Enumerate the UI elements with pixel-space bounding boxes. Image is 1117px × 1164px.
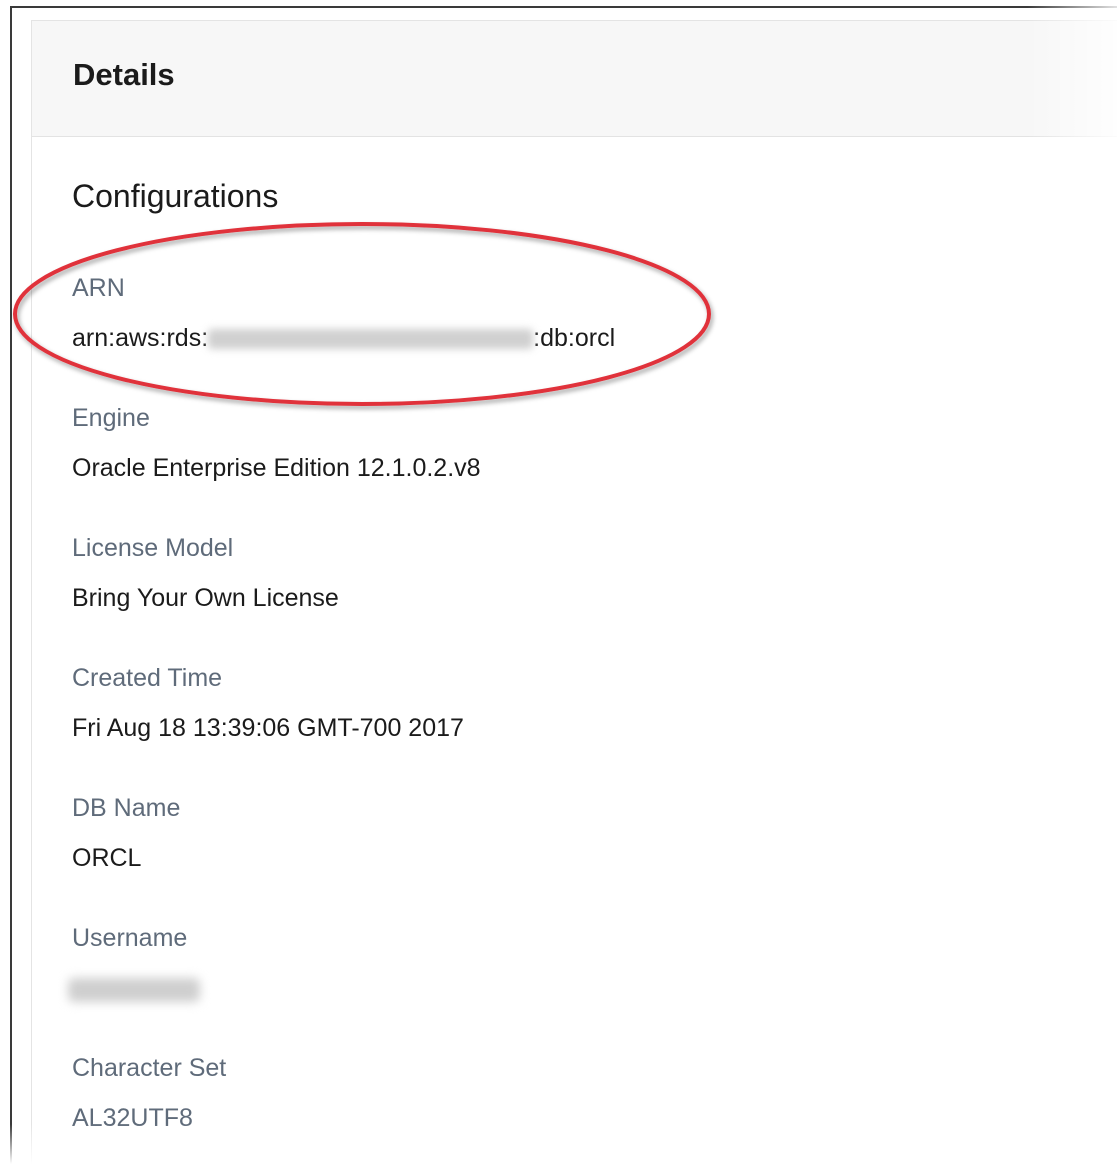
db-name-value: ORCL (72, 844, 142, 872)
character-set-value: AL32UTF8 (72, 1104, 193, 1132)
engine-label: Engine (72, 404, 150, 432)
configurations-heading: Configurations (72, 178, 279, 214)
username-label: Username (72, 924, 188, 952)
character-set-label: Character Set (72, 1054, 227, 1082)
db-name-label: DB Name (72, 794, 181, 822)
arn-suffix: :db:orcl (533, 324, 616, 352)
engine-value: Oracle Enterprise Edition 12.1.0.2.v8 (72, 454, 481, 482)
arn-value: arn:aws:rds: :db:orcl (72, 326, 615, 351)
license-model-label: License Model (72, 534, 234, 562)
screenshot-frame: Details Configurations ARN arn:aws:rds: … (0, 0, 1117, 1164)
created-time-value: Fri Aug 18 13:39:06 GMT-700 2017 (72, 714, 464, 742)
created-time-label: Created Time (72, 664, 223, 692)
license-model-value: Bring Your Own License (72, 584, 339, 612)
panel-title: Details (73, 57, 175, 92)
username-redacted-value (68, 978, 200, 1002)
arn-redacted-segment (208, 328, 534, 349)
arn-label: ARN (72, 274, 125, 302)
panel-header: Details (32, 21, 1117, 137)
arn-prefix: arn:aws:rds: (72, 324, 209, 352)
